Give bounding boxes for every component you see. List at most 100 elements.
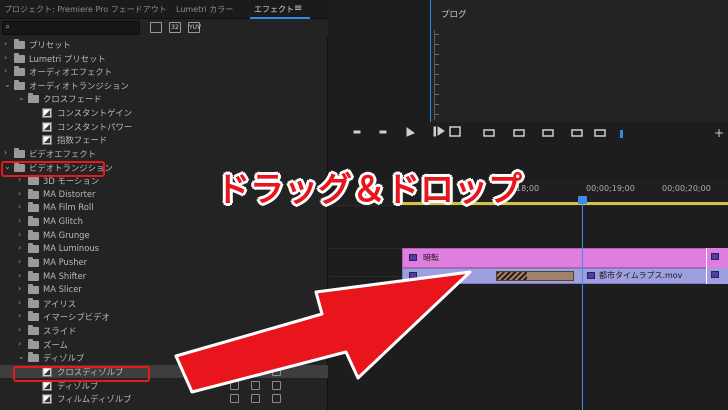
chevron-right-icon[interactable]: › <box>4 53 7 62</box>
tree-item-label: コンスタントゲイン <box>57 108 133 119</box>
effect-item[interactable]: 指数フェード <box>0 133 328 147</box>
chevron-down-icon[interactable]: ⌄ <box>18 352 25 361</box>
effect-item[interactable]: コンスタントパワー <box>0 120 328 134</box>
folder-item[interactable]: › MA Glitch <box>0 215 328 229</box>
transition-hatch <box>497 272 527 280</box>
tree-item-label: クロスフェード <box>43 94 102 105</box>
tree-item-label: MA Luminous <box>43 243 100 254</box>
folder-icon <box>28 325 39 336</box>
accelerated-effects-icon[interactable] <box>150 22 162 33</box>
folder-item[interactable]: › ビデオエフェクト <box>0 147 328 161</box>
transport-controls: + <box>330 122 728 144</box>
chevron-right-icon[interactable]: › <box>18 298 21 307</box>
effect-item[interactable]: フィルムディゾルブ <box>0 392 328 406</box>
video-clip-next[interactable] <box>706 268 728 284</box>
folder-icon <box>14 79 25 90</box>
cross-dissolve-transition[interactable] <box>496 271 574 281</box>
folder-icon <box>28 352 39 363</box>
preset-folder-icon <box>14 39 25 49</box>
folder-item[interactable]: › オーディオエフェクト <box>0 65 328 79</box>
playhead-handle[interactable] <box>578 196 587 204</box>
folder-item[interactable]: › MA Luminous <box>0 242 328 256</box>
tree-item-label: プリセット <box>29 40 71 50</box>
folder-item[interactable]: ⌄ オーディオトランジション <box>0 79 328 93</box>
program-panel: プログ <box>430 0 728 122</box>
32bit-icon <box>251 366 260 376</box>
tree-item-label: オーディオエフェクト <box>29 67 113 78</box>
folder-item[interactable]: ⌄ ディゾルブ <box>0 351 328 365</box>
program-monitor: プログ <box>330 0 728 122</box>
yuv-icon <box>272 366 281 376</box>
folder-item[interactable]: › MA Grunge <box>0 229 328 243</box>
fx-icon <box>409 272 417 279</box>
folder-icon <box>28 338 39 349</box>
chevron-right-icon[interactable]: › <box>18 216 21 225</box>
folder-icon <box>28 297 39 308</box>
go-to-out-icon <box>483 129 495 137</box>
effect-icon <box>42 380 52 391</box>
chevron-right-icon[interactable]: › <box>18 243 21 252</box>
yuv-icon[interactable]: YUV <box>188 22 201 33</box>
effect-icon <box>42 108 52 119</box>
tab-project[interactable]: プロジェクト: Premiere Pro フェードアウト <box>4 4 167 15</box>
tree-item-label: Lumetri プリセット <box>29 53 106 64</box>
preset-folder-icon <box>14 52 25 63</box>
folder-item[interactable]: › MA Slicer <box>0 283 328 297</box>
transition-clip[interactable]: 暗転 <box>402 248 728 268</box>
hamburger-icon[interactable]: ≡ <box>294 3 302 14</box>
audio-meter <box>434 30 464 120</box>
folder-icon <box>28 284 39 295</box>
folder-item[interactable]: › アイリス <box>0 297 328 311</box>
chevron-right-icon[interactable]: › <box>18 257 21 266</box>
tree-item-label: ズーム <box>43 339 68 350</box>
yuv-icon <box>272 380 281 390</box>
tree-item-label: 指数フェード <box>57 135 108 146</box>
chevron-right-icon[interactable]: › <box>18 325 21 334</box>
fx-icon <box>409 254 417 261</box>
chevron-right-icon[interactable]: › <box>18 230 21 239</box>
highlight-video-transitions <box>1 161 105 177</box>
folder-item[interactable]: › Lumetri プリセット <box>0 52 328 66</box>
chevron-right-icon[interactable]: › <box>18 189 21 198</box>
folder-icon <box>28 175 39 186</box>
mark-in-icon <box>353 130 361 134</box>
chevron-right-icon[interactable]: › <box>18 284 21 293</box>
chevron-right-icon[interactable]: › <box>18 271 21 280</box>
search-input[interactable]: ⌕ <box>2 21 140 35</box>
chevron-down-icon[interactable]: ⌄ <box>4 80 11 89</box>
folder-item[interactable]: › プリセット <box>0 38 328 52</box>
folder-item[interactable]: ⌄ クロスフェード <box>0 92 328 106</box>
folder-item[interactable]: › イマーシブビデオ <box>0 310 328 324</box>
folder-icon <box>14 147 25 158</box>
chevron-right-icon[interactable]: › <box>18 202 21 211</box>
folder-icon <box>28 256 39 267</box>
folder-item[interactable]: › スライド <box>0 324 328 338</box>
folder-icon <box>28 243 39 254</box>
chevron-right-icon[interactable]: › <box>4 66 7 75</box>
lift-icon <box>513 129 525 137</box>
folder-icon <box>28 188 39 199</box>
chevron-right-icon[interactable]: › <box>18 311 21 320</box>
folder-item[interactable]: › ズーム <box>0 338 328 352</box>
chevron-right-icon[interactable]: › <box>4 148 7 157</box>
go-to-in-icon <box>406 127 416 137</box>
chevron-right-icon[interactable]: › <box>4 39 7 48</box>
32bit-icon[interactable]: 32 <box>169 22 181 33</box>
tab-lumetri-color[interactable]: Lumetri カラー <box>176 4 233 15</box>
transition-clip-next[interactable] <box>706 248 728 268</box>
accelerated-effects-icon <box>230 366 239 376</box>
chevron-down-icon[interactable]: ⌄ <box>18 93 25 102</box>
folder-icon <box>14 66 25 77</box>
chevron-right-icon[interactable]: › <box>18 339 21 348</box>
program-label: プログ <box>441 10 467 20</box>
folder-item[interactable]: › MA Shifter <box>0 270 328 284</box>
accelerated-effects-icon <box>230 394 239 404</box>
effects-tree: › プリセット › Lumetri プリセット › オーディオエフェクト ⌄ オーディオトラン… <box>0 38 328 410</box>
search-icon: ⌕ <box>5 22 11 32</box>
effect-item[interactable]: コンスタントゲイン <box>0 106 328 120</box>
folder-icon <box>28 202 39 213</box>
folder-item[interactable]: › MA Pusher <box>0 256 328 270</box>
tree-item-label: オーディオトランジション <box>29 80 129 91</box>
playhead[interactable] <box>578 196 587 410</box>
tab-effects[interactable]: エフェクト <box>254 4 294 15</box>
